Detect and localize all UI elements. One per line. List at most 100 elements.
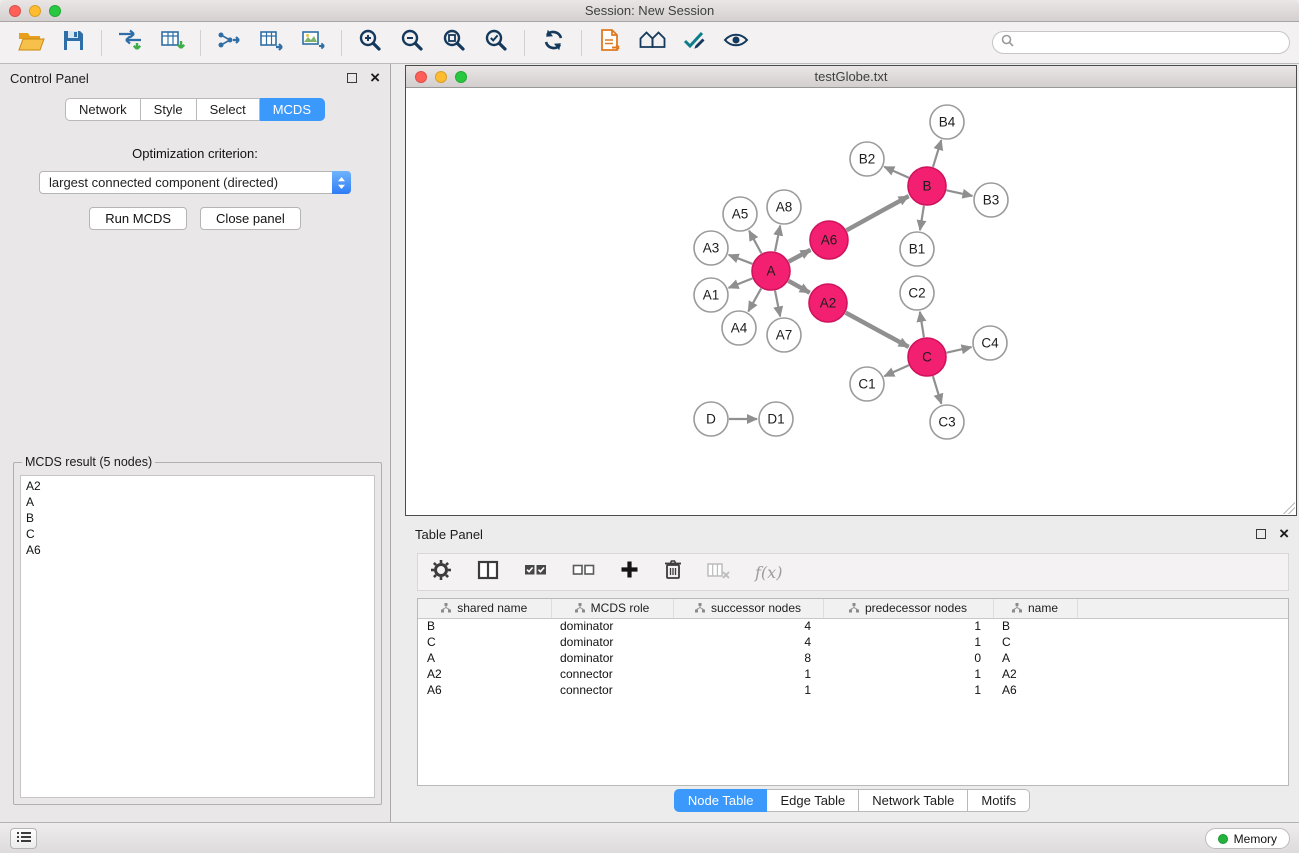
column-header-name[interactable]: name [993,599,1077,618]
graph-node-A3[interactable]: A3 [694,231,728,265]
close-window-button[interactable] [9,5,21,17]
import-table-button[interactable] [151,26,193,60]
graph-node-C3[interactable]: C3 [930,405,964,439]
mcds-result-list[interactable]: A2ABCA6 [20,475,375,798]
table-cell[interactable]: dominator [551,618,673,634]
graph-node-D[interactable]: D [694,402,728,436]
optimization-criterion-dropdown[interactable]: largest connected component (directed) [39,171,351,194]
graph-node-A4[interactable]: A4 [722,311,756,345]
select-all-button[interactable] [524,561,547,584]
graph-node-C2[interactable]: C2 [900,276,934,310]
graph-edge-A-A2[interactable] [788,281,809,293]
table-cell[interactable]: 1 [823,682,993,698]
table-cell[interactable]: A2 [993,666,1077,682]
graph-node-B1[interactable]: B1 [900,232,934,266]
graph-edge-C-C3[interactable] [933,376,942,404]
zoom-window-button[interactable] [49,5,61,17]
task-history-button[interactable] [10,828,37,849]
table-cell[interactable]: C [418,634,551,650]
table-cell[interactable]: A [993,650,1077,666]
save-session-button[interactable] [52,26,94,60]
graph-node-A2[interactable]: A2 [809,284,847,322]
export-network-button[interactable] [208,26,250,60]
graph-edge-A-A1[interactable] [729,278,753,288]
table-cell[interactable]: 4 [673,618,823,634]
network-graph[interactable]: B4B2BB3A5A8A6B1A3AA1A2C2A4A7C1CC4C3DD1 [406,89,1296,515]
table-cell[interactable]: A2 [418,666,551,682]
run-mcds-button[interactable]: Run MCDS [89,207,187,230]
graph-edge-B-B2[interactable] [884,167,909,178]
node-table-row[interactable]: Cdominator41C [418,634,1288,650]
minimize-window-button[interactable] [29,5,41,17]
graph-edge-C-C2[interactable] [920,312,924,337]
tab-node-table[interactable]: Node Table [674,789,768,812]
graph-node-C[interactable]: C [908,338,946,376]
graph-edge-A-A8[interactable] [775,226,780,252]
node-table-row[interactable]: A6connector11A6 [418,682,1288,698]
network-canvas[interactable]: B4B2BB3A5A8A6B1A3AA1A2C2A4A7C1CC4C3DD1 [406,89,1296,515]
table-cell[interactable]: 1 [823,618,993,634]
column-header-predecessor-nodes[interactable]: predecessor nodes [823,599,993,618]
table-cell[interactable]: connector [551,666,673,682]
minimize-view-button[interactable] [435,71,447,83]
show-columns-button[interactable] [477,560,499,585]
tab-mcds[interactable]: MCDS [260,98,325,121]
search-input[interactable] [1019,36,1281,50]
table-cell[interactable]: 8 [673,650,823,666]
graph-node-A6[interactable]: A6 [810,221,848,259]
graph-edge-A6-B[interactable] [847,196,909,230]
table-cell[interactable]: dominator [551,650,673,666]
mcds-result-item[interactable]: C [26,526,369,542]
graph-edge-C-C4[interactable] [947,347,972,353]
close-panel-icon[interactable]: × [370,71,380,85]
tab-select[interactable]: Select [197,98,260,121]
table-settings-button[interactable] [430,559,452,586]
tab-motifs[interactable]: Motifs [968,789,1030,812]
graph-edge-B-B1[interactable] [920,206,924,230]
zoom-out-button[interactable] [391,26,433,60]
table-cell[interactable]: C [993,634,1077,650]
network-window-titlebar[interactable]: testGlobe.txt [406,66,1296,88]
graph-edge-A-A4[interactable] [748,288,761,311]
graph-node-B4[interactable]: B4 [930,105,964,139]
graph-edge-C-C1[interactable] [884,365,909,376]
mcds-result-item[interactable]: B [26,510,369,526]
table-cell[interactable]: 1 [823,634,993,650]
delete-button[interactable] [664,559,682,585]
apply-style-button[interactable] [673,26,715,60]
search-field[interactable] [992,31,1290,54]
node-table-row[interactable]: Adominator80A [418,650,1288,666]
table-cell[interactable]: A [418,650,551,666]
table-cell[interactable]: B [418,618,551,634]
graph-edge-A-A5[interactable] [749,231,761,254]
column-header-successor-nodes[interactable]: successor nodes [673,599,823,618]
export-image-button[interactable] [292,26,334,60]
tab-edge-table[interactable]: Edge Table [767,789,859,812]
delete-column-button[interactable] [707,561,730,584]
zoom-view-button[interactable] [455,71,467,83]
graph-node-A[interactable]: A [752,252,790,290]
column-header-shared-name[interactable]: shared name [418,599,551,618]
float-table-panel-icon[interactable] [1256,529,1266,539]
node-table-row[interactable]: Bdominator41B [418,618,1288,634]
column-header-mcds-role[interactable]: MCDS role [551,599,673,618]
graph-node-A5[interactable]: A5 [723,197,757,231]
import-network-button[interactable] [109,26,151,60]
table-cell[interactable]: 4 [673,634,823,650]
table-cell[interactable]: 1 [823,666,993,682]
table-cell[interactable]: dominator [551,634,673,650]
zoom-fit-button[interactable] [433,26,475,60]
graph-edge-A2-C[interactable] [846,313,909,347]
close-table-panel-icon[interactable]: × [1279,527,1289,541]
graph-node-B[interactable]: B [908,167,946,205]
graph-node-C1[interactable]: C1 [850,367,884,401]
mcds-result-item[interactable]: A2 [26,478,369,494]
deselect-all-button[interactable] [572,561,595,584]
graph-edge-B-B4[interactable] [933,140,941,167]
graph-edge-A-A6[interactable] [789,250,811,262]
table-cell[interactable]: A6 [993,682,1077,698]
graph-node-A1[interactable]: A1 [694,278,728,312]
graph-edge-A-A3[interactable] [729,255,753,264]
home-view-button[interactable] [631,26,673,60]
graph-node-C4[interactable]: C4 [973,326,1007,360]
